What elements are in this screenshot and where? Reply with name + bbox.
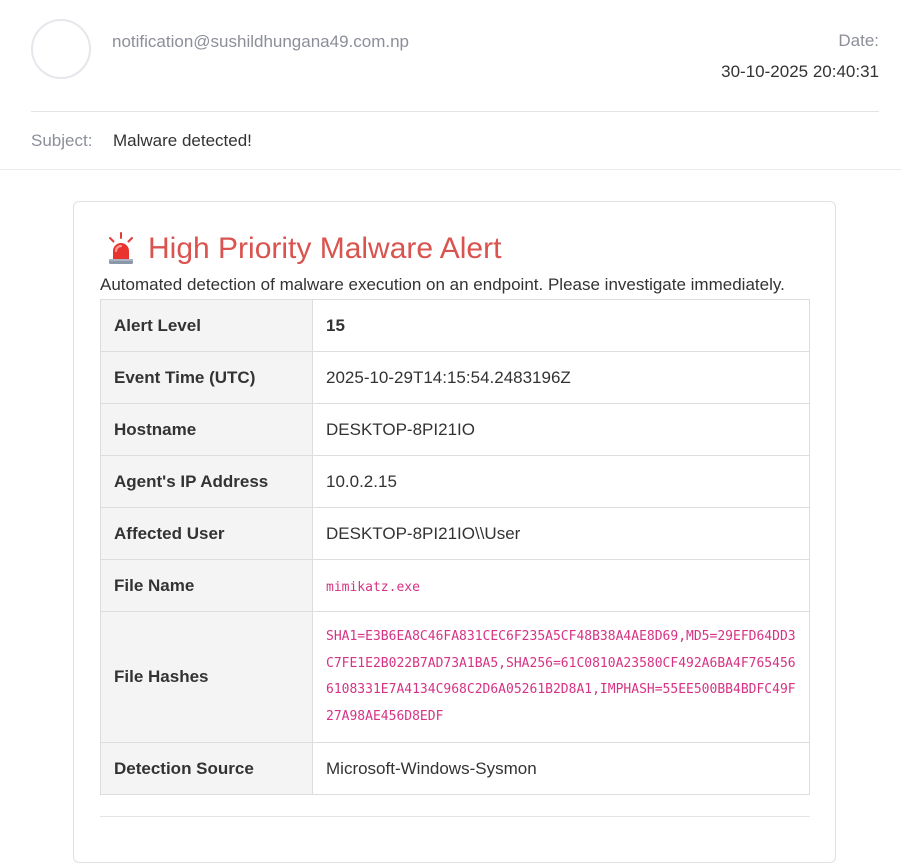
row-value-alert-level: 15 xyxy=(312,299,810,352)
row-value-file-hashes: SHA1=E3B6EA8C46FA831CEC6F235A5CF48B38A4A… xyxy=(312,611,810,743)
file-name-code: mimikatz.exe xyxy=(326,579,420,595)
table-row: Detection Source Microsoft-Windows-Sysmo… xyxy=(100,742,810,795)
row-value-affected-user: DESKTOP-8PI21IO\\User xyxy=(312,507,810,560)
date-value: 30-10-2025 20:40:31 xyxy=(721,62,879,81)
header-divider xyxy=(31,111,879,112)
alert-description: Automated detection of malware execution… xyxy=(100,275,785,294)
row-value-detection-source: Microsoft-Windows-Sysmon xyxy=(312,742,810,795)
sender-avatar xyxy=(31,19,91,79)
row-label: File Name xyxy=(100,559,313,612)
alert-title: High Priority Malware Alert xyxy=(148,232,502,265)
subject-value: Malware detected! xyxy=(113,131,252,150)
row-label: Affected User xyxy=(100,507,313,560)
row-label: File Hashes xyxy=(100,611,313,743)
row-value-file-name: mimikatz.exe xyxy=(312,559,810,612)
row-value-event-time: 2025-10-29T14:15:54.2483196Z xyxy=(312,351,810,404)
row-label: Hostname xyxy=(100,403,313,456)
table-row: File Hashes SHA1=E3B6EA8C46FA831CEC6F235… xyxy=(100,611,810,743)
table-row: Hostname DESKTOP-8PI21IO xyxy=(100,403,810,456)
body-divider xyxy=(0,169,901,170)
table-row: Alert Level 15 xyxy=(100,299,810,352)
table-row: Agent's IP Address 10.0.2.15 xyxy=(100,455,810,508)
row-value-hostname: DESKTOP-8PI21IO xyxy=(312,403,810,456)
table-row: Affected User DESKTOP-8PI21IO\\User xyxy=(100,507,810,560)
table-row: Event Time (UTC) 2025-10-29T14:15:54.248… xyxy=(100,351,810,404)
row-label: Agent's IP Address xyxy=(100,455,313,508)
card-footer-divider xyxy=(100,816,810,817)
date-label: Date: xyxy=(838,31,879,50)
alert-details-table: Alert Level 15 Event Time (UTC) 2025-10-… xyxy=(100,299,810,795)
subject-label: Subject: xyxy=(31,131,93,150)
row-value-ip-address: 10.0.2.15 xyxy=(312,455,810,508)
file-hashes-code: SHA1=E3B6EA8C46FA831CEC6F235A5CF48B38A4A… xyxy=(326,629,796,724)
table-row: File Name mimikatz.exe xyxy=(100,559,810,612)
row-label: Detection Source xyxy=(100,742,313,795)
row-label: Alert Level xyxy=(100,299,313,352)
alert-title-row: High Priority Malware Alert xyxy=(106,232,501,266)
alert-card: High Priority Malware Alert Automated de… xyxy=(73,201,836,863)
sender-email[interactable]: notification@sushildhungana49.com.np xyxy=(112,32,409,52)
row-label: Event Time (UTC) xyxy=(100,351,313,404)
siren-icon xyxy=(109,232,133,264)
